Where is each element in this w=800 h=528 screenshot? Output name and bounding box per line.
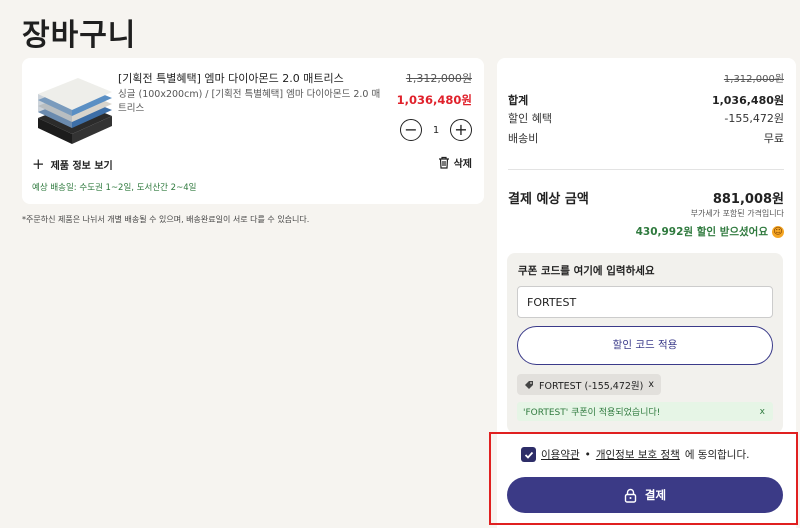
saving-message: 430,992원 할인 받으셨어요 ☺ [635,225,784,238]
total-value: 881,008원 [712,192,784,207]
coupon-code-input[interactable] [517,286,773,318]
minus-circle-icon[interactable]: − [400,119,422,141]
vat-note: 부가세가 포함된 가격입니다 [690,209,784,218]
shipping-notice: *주문하신 제품은 나뉘서 개별 배송될 수 있으며, 배송완료일이 서로 다를… [22,215,310,224]
applied-coupon-chip: FORTEST (-155,472원) x [517,374,662,395]
trash-icon [438,156,449,169]
coupon-success-message: 'FORTEST' 쿠폰이 적용되었습니다! [523,408,661,418]
agree-checkbox[interactable] [521,447,536,462]
terms-agreement: 이용약관 • 개인정보 보호 정책 에 동의합니다. [521,447,749,462]
summary-row-shipping: 배송비 무료 [508,132,784,145]
sale-price: 1,036,480원 [396,93,472,107]
delivery-estimate: 예상 배송일: 수도권 1~2일, 도서산간 2~4일 [32,183,197,193]
close-alert-button[interactable]: x [760,407,765,417]
quantity-value: 1 [432,124,440,136]
summary-divider [508,169,784,170]
privacy-policy-link[interactable]: 개인정보 보호 정책 [596,447,680,462]
plus-circle-icon[interactable]: + [450,119,472,141]
product-info-button[interactable]: + 제품 정보 보기 [32,155,113,173]
coupon-title: 쿠폰 코드를 여기에 입력하세요 [518,265,655,277]
product-info-label: 제품 정보 보기 [50,160,113,172]
total-label: 결제 예상 금액 [508,192,589,207]
apply-coupon-button[interactable]: 할인 코드 적용 [517,326,773,365]
checkout-label: 결제 [644,488,667,502]
mattress-image [38,78,112,144]
plus-icon: + [32,155,45,173]
remove-coupon-button[interactable]: x [648,379,654,390]
summary-original-price: 1,312,000원 [723,74,784,85]
page-title: 장바구니 [22,18,137,53]
quantity-stepper: − 1 + [400,119,472,141]
coupon-chip-label: FORTEST (-155,472원) [539,380,644,392]
lock-icon [624,488,637,503]
coupon-success-alert: 'FORTEST' 쿠폰이 적용되었습니다! x [517,402,773,421]
terms-link[interactable]: 이용약관 [541,447,580,462]
product-name[interactable]: [기획전 특별혜택] 엠마 다이아몬드 2.0 매트리스 [118,70,344,86]
coupon-section: 쿠폰 코드를 여기에 입력하세요 할인 코드 적용 FORTEST (-155,… [507,253,783,433]
agreement-suffix: 에 동의합니다. [684,449,750,461]
checkmark-icon [524,451,533,459]
cart-item-card: [기획전 특별혜택] 엠마 다이아몬드 2.0 매트리스 싱글 (100x200… [22,58,484,204]
smile-emoji-icon: ☺ [772,225,784,238]
tag-icon [525,380,533,389]
checkout-button[interactable]: 결제 [507,477,783,513]
separator-dot: • [584,448,591,461]
delete-button[interactable]: 삭제 [438,155,472,170]
summary-row-subtotal: 합계 1,036,480원 [508,94,784,107]
original-price: 1,312,000원 [405,72,472,85]
delete-label: 삭제 [453,159,472,170]
product-option: 싱글 (100x200cm) / [기획전 특별혜택] 엠마 다이아몬드 2.0… [118,89,381,114]
summary-row-discount: 할인 혜택 -155,472원 [508,112,784,125]
